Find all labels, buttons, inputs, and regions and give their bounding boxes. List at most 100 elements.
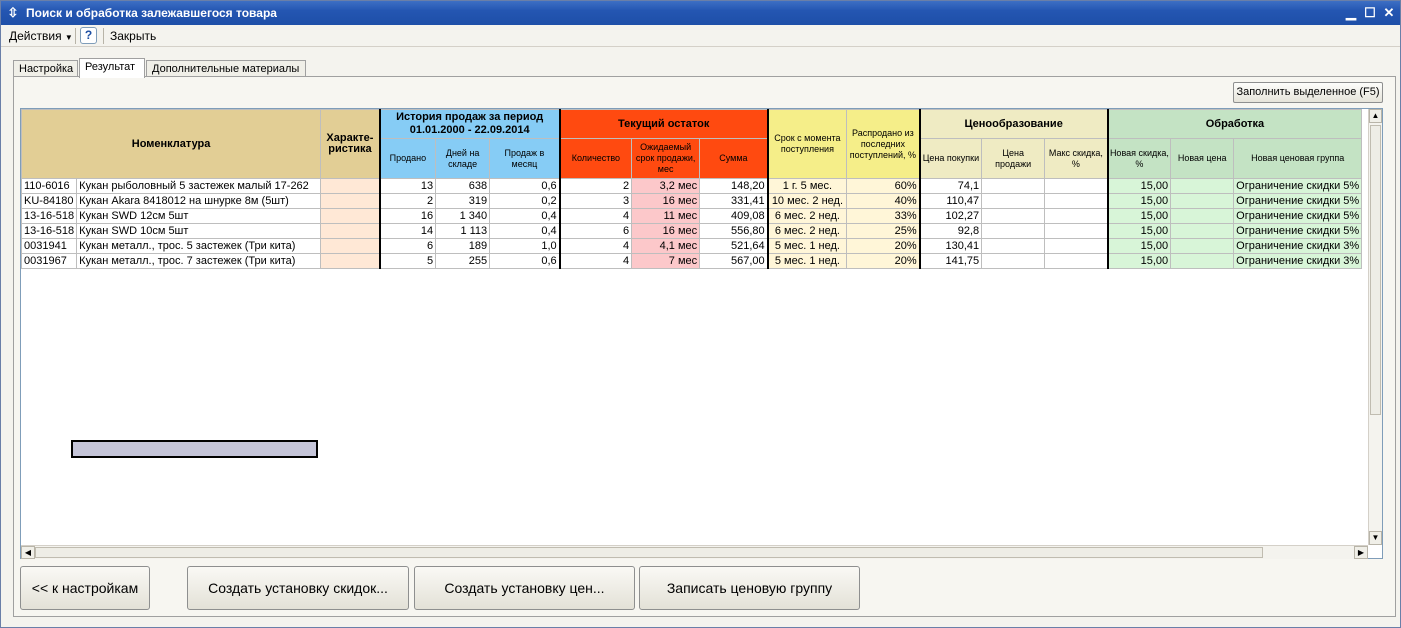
cell-per-month[interactable]: 1,0	[489, 238, 561, 254]
table-row[interactable]: 0031941 Кукан металл., трос. 5 застежек (…	[21, 238, 1363, 254]
minimize-icon[interactable]: ▁	[1343, 5, 1359, 21]
cell-name[interactable]: Кукан металл., трос. 7 застежек (Три кит…	[76, 253, 322, 269]
cell-code[interactable]: 0031941	[21, 238, 78, 254]
cell-group[interactable]: Ограничение скидки 5%	[1233, 178, 1363, 194]
cell-group[interactable]: Ограничение скидки 3%	[1233, 253, 1363, 269]
cell-per-month[interactable]: 0,4	[489, 208, 561, 224]
close-window-icon[interactable]: ✕	[1381, 5, 1397, 21]
actions-menu[interactable]: Действия ▼	[7, 28, 75, 44]
cell-group[interactable]: Ограничение скидки 5%	[1233, 193, 1363, 209]
cell-new-disc[interactable]: 15,00	[1106, 223, 1172, 239]
cell-days[interactable]: 1 113	[435, 223, 491, 239]
cell-days[interactable]: 255	[435, 253, 491, 269]
cell-sold-pct[interactable]: 25%	[846, 223, 921, 239]
cell-purchase[interactable]: 141,75	[918, 253, 983, 269]
cell-new-price[interactable]	[1170, 223, 1235, 239]
cell-per-month[interactable]: 0,2	[489, 193, 561, 209]
header-days-in-stock[interactable]: Дней на складе	[435, 138, 491, 179]
create-prices-button[interactable]: Создать установку цен...	[414, 566, 635, 610]
cell-code[interactable]: 13-16-518	[21, 208, 78, 224]
cell-per-month[interactable]: 0,6	[489, 178, 561, 194]
cell-sum[interactable]: 409,08	[699, 208, 769, 224]
cell-sold-pct[interactable]: 60%	[846, 178, 921, 194]
header-new-price-group[interactable]: Новая ценовая группа	[1233, 138, 1363, 179]
cell-code[interactable]: 110-6016	[21, 178, 78, 194]
cell-expected[interactable]: 16 мес	[631, 193, 701, 209]
header-quantity[interactable]: Количество	[558, 138, 633, 179]
cell-sold-pct[interactable]: 20%	[846, 238, 921, 254]
cell-new-price[interactable]	[1170, 238, 1235, 254]
write-price-group-button[interactable]: Записать ценовую группу	[639, 566, 860, 610]
cell-days[interactable]: 319	[435, 193, 491, 209]
header-characteristic[interactable]: Характе- ристика	[320, 109, 381, 179]
cell-sold-pct[interactable]: 33%	[846, 208, 921, 224]
results-table[interactable]: Номенклатура Характе- ристика История пр…	[20, 108, 1383, 559]
cell-sale[interactable]	[981, 238, 1046, 254]
fill-selected-button[interactable]: Заполнить выделенное (F5)	[1233, 82, 1383, 103]
scroll-up-icon[interactable]: ▲	[1369, 109, 1382, 123]
tab-additional-materials[interactable]: Дополнительные материалы	[146, 60, 306, 77]
cell-sold[interactable]: 6	[378, 238, 437, 254]
header-sales-per-month[interactable]: Продаж в месяц	[489, 138, 561, 179]
scroll-left-icon[interactable]: ◀	[21, 546, 35, 559]
cell-name[interactable]: Кукан рыболовный 5 застежек малый 17-262	[76, 178, 322, 194]
tab-result[interactable]: Результат	[79, 58, 145, 78]
cell-sum[interactable]: 556,80	[699, 223, 769, 239]
scroll-right-icon[interactable]: ▶	[1354, 546, 1368, 559]
cell-sum[interactable]: 148,20	[699, 178, 769, 194]
cell-purchase[interactable]: 74,1	[918, 178, 983, 194]
cell-new-disc[interactable]: 15,00	[1106, 208, 1172, 224]
cell-expected[interactable]: 3,2 мес	[631, 178, 701, 194]
cell-new-disc[interactable]: 15,00	[1106, 238, 1172, 254]
cell-group[interactable]: Ограничение скидки 5%	[1233, 223, 1363, 239]
cell-sold[interactable]: 13	[378, 178, 437, 194]
cell-group[interactable]: Ограничение скидки 3%	[1233, 238, 1363, 254]
cell-char[interactable]	[320, 223, 381, 239]
cell-per-month[interactable]: 0,6	[489, 253, 561, 269]
cell-max-disc[interactable]	[1044, 193, 1109, 209]
tab-settings[interactable]: Настройка	[13, 60, 78, 77]
cell-sale[interactable]	[981, 208, 1046, 224]
cell-qty[interactable]: 3	[558, 193, 633, 209]
header-sum[interactable]: Сумма	[699, 138, 769, 179]
horizontal-scrollbar[interactable]: ◀ ▶	[21, 545, 1368, 559]
cell-days[interactable]: 638	[435, 178, 491, 194]
cell-purchase[interactable]: 130,41	[918, 238, 983, 254]
cell-code[interactable]: 0031967	[21, 253, 78, 269]
cell-sum[interactable]: 567,00	[699, 253, 769, 269]
cell-qty[interactable]: 2	[558, 178, 633, 194]
cell-name[interactable]: Кукан SWD 12см 5шт	[76, 208, 322, 224]
back-to-settings-button[interactable]: << к настройкам	[20, 566, 150, 610]
cell-purchase[interactable]: 92,8	[918, 223, 983, 239]
header-new-price[interactable]: Новая цена	[1170, 138, 1235, 179]
cell-age[interactable]: 5 мес. 1 нед.	[766, 253, 848, 269]
cell-sum[interactable]: 331,41	[699, 193, 769, 209]
cell-sold[interactable]: 2	[378, 193, 437, 209]
header-new-discount[interactable]: Новая скидка, %	[1106, 138, 1172, 179]
cell-age[interactable]: 10 мес. 2 нед.	[766, 193, 848, 209]
cell-new-price[interactable]	[1170, 178, 1235, 194]
header-sold[interactable]: Продано	[378, 138, 437, 179]
cell-expected[interactable]: 11 мес	[631, 208, 701, 224]
cell-sold-pct[interactable]: 20%	[846, 253, 921, 269]
cell-char[interactable]	[320, 238, 381, 254]
cell-new-disc[interactable]: 15,00	[1106, 253, 1172, 269]
cell-name[interactable]: Кукан металл., трос. 5 застежек (Три кит…	[76, 238, 322, 254]
cell-name[interactable]: Кукан SWD 10см 5шт	[76, 223, 322, 239]
header-purchase-price[interactable]: Цена покупки	[918, 138, 983, 179]
header-expected-term[interactable]: Ожидаемый срок продажи, мес	[631, 138, 701, 179]
cell-qty[interactable]: 6	[558, 223, 633, 239]
close-menu-button[interactable]: Закрыть	[108, 28, 158, 44]
maximize-icon[interactable]: ☐	[1362, 5, 1378, 21]
cell-char[interactable]	[320, 178, 381, 194]
table-row[interactable]: 13-16-518 Кукан SWD 10см 5шт 14 1 113 0,4 6 16…	[21, 223, 1363, 239]
cell-days[interactable]: 1 340	[435, 208, 491, 224]
cell-new-price[interactable]	[1170, 208, 1235, 224]
cell-sold[interactable]: 14	[378, 223, 437, 239]
vertical-scroll-thumb[interactable]	[1370, 125, 1381, 415]
header-age[interactable]: Срок с момента поступления	[766, 109, 848, 179]
create-discounts-button[interactable]: Создать установку скидок...	[187, 566, 409, 610]
cell-new-disc[interactable]: 15,00	[1106, 178, 1172, 194]
cell-code[interactable]: KU-84180	[21, 193, 78, 209]
table-row[interactable]: 0031967 Кукан металл., трос. 7 застежек (…	[21, 253, 1363, 269]
